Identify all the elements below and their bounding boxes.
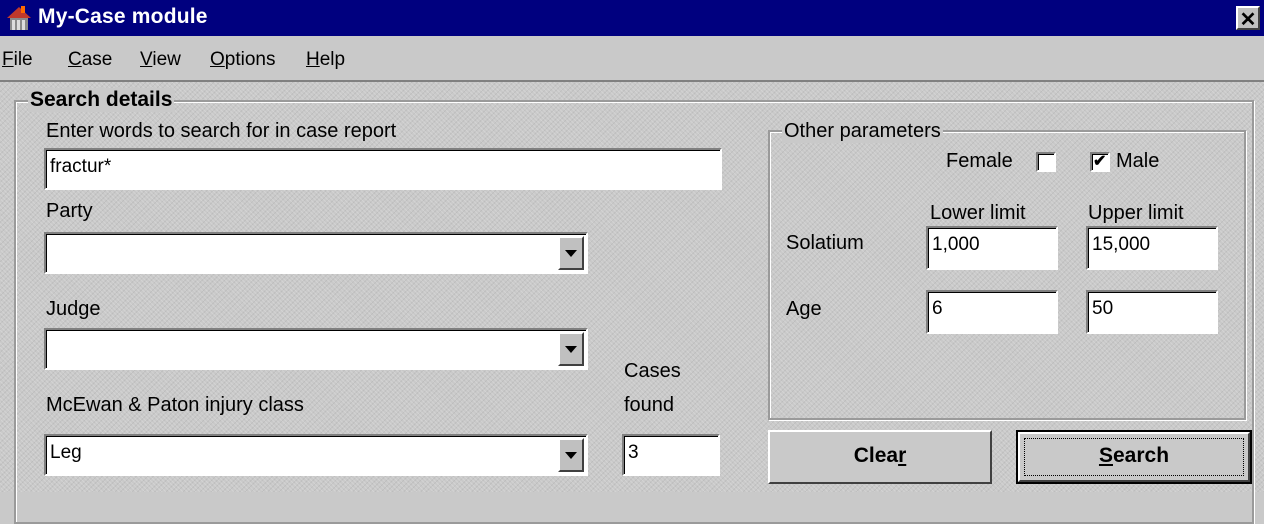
menu-file[interactable]: File [2, 49, 33, 71]
clear-button[interactable]: Clear [768, 430, 992, 484]
search-words-input[interactable]: fractur* [44, 148, 722, 190]
app-icon [7, 6, 31, 30]
menu-help[interactable]: Help [306, 49, 345, 71]
menu-view[interactable]: View [140, 49, 181, 71]
party-dropdown[interactable] [44, 232, 588, 274]
solatium-label: Solatium [786, 232, 864, 254]
menu-case[interactable]: Case [68, 49, 112, 71]
chevron-down-icon[interactable] [558, 438, 584, 472]
other-parameters-title: Other parameters [782, 120, 943, 143]
title-bar: My-Case module ✕ [0, 0, 1264, 36]
injury-class-label: McEwan & Paton injury class [46, 394, 304, 416]
main-panel: Search details Enter words to search for… [0, 82, 1264, 524]
judge-label: Judge [46, 298, 101, 320]
menu-bar: File Case View Options Help [0, 36, 1264, 82]
window-title: My-Case module [38, 5, 208, 28]
judge-dropdown[interactable] [44, 328, 588, 370]
checkmark-icon: ✔ [1093, 153, 1107, 170]
age-lower-input[interactable]: 6 [926, 290, 1058, 334]
search-words-label: Enter words to search for in case report [46, 120, 397, 142]
cases-found-field: 3 [622, 434, 720, 476]
other-parameters-group [768, 130, 1246, 420]
injury-class-dropdown[interactable]: Leg [44, 434, 588, 476]
solatium-upper-input[interactable]: 15,000 [1086, 226, 1218, 270]
chevron-down-icon[interactable] [558, 332, 584, 366]
male-label: Male [1116, 150, 1160, 172]
upper-limit-label: Upper limit [1088, 202, 1184, 224]
chevron-down-icon[interactable] [558, 236, 584, 270]
menu-options[interactable]: Options [210, 49, 275, 71]
search-button[interactable]: Search [1016, 430, 1252, 484]
lower-limit-label: Lower limit [930, 202, 1026, 224]
female-label: Female [946, 150, 1013, 172]
search-details-title: Search details [28, 88, 175, 112]
cases-found-label-2: found [624, 394, 675, 416]
solatium-lower-input[interactable]: 1,000 [926, 226, 1058, 270]
party-label: Party [46, 200, 93, 222]
age-label: Age [786, 298, 822, 320]
close-icon: ✕ [1239, 9, 1257, 31]
female-checkbox[interactable] [1036, 152, 1056, 172]
close-button[interactable]: ✕ [1236, 6, 1260, 31]
male-checkbox[interactable]: ✔ [1090, 152, 1110, 172]
age-upper-input[interactable]: 50 [1086, 290, 1218, 334]
cases-found-label: Cases [624, 360, 681, 382]
